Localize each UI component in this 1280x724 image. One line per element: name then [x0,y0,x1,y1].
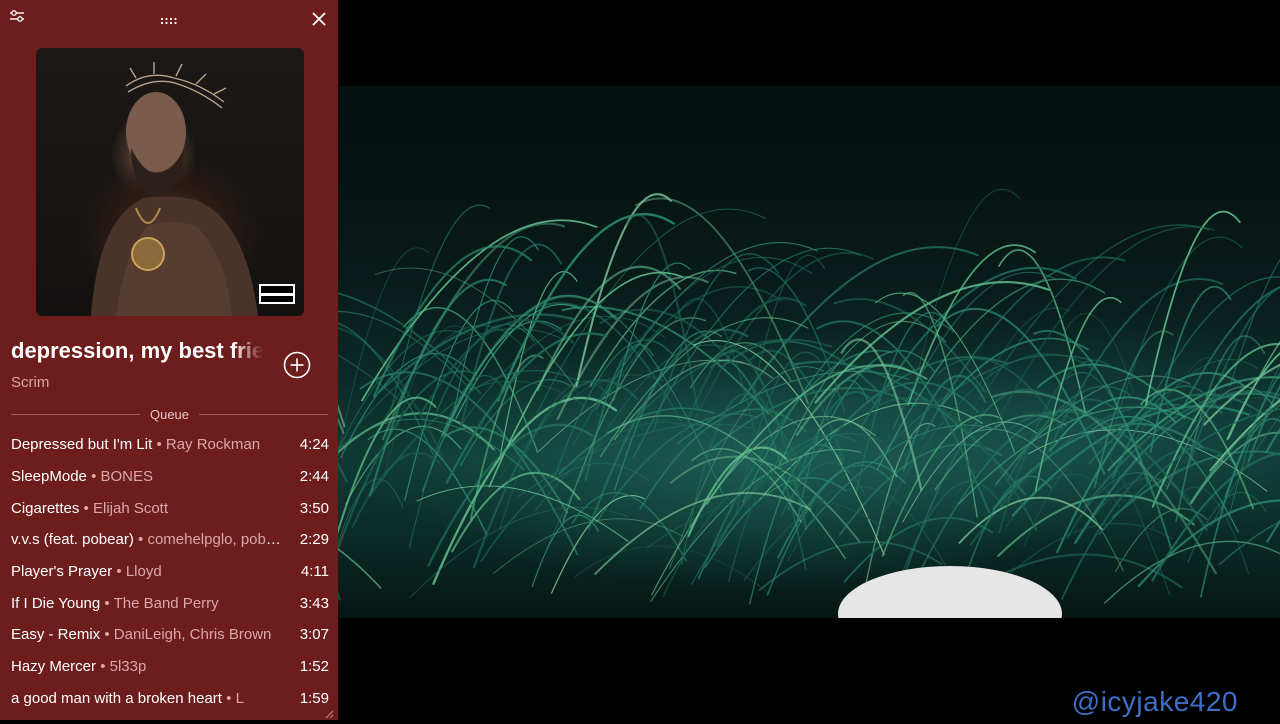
queue-item-title: SleepMode [11,468,87,486]
queue-item-artist[interactable]: comehelpglo, pobear [147,531,284,548]
queue-item-duration: 3:43 [299,594,329,612]
drag-dots-icon[interactable] [160,12,178,30]
queue-item-info: Easy - Remix • DaniLeigh, Chris Brown [11,626,284,643]
queue-item-title: Player's Prayer [11,563,113,581]
queue-item-separator: • [138,531,144,549]
panel-topbar[interactable] [0,0,338,40]
queue-item-artist[interactable]: 5l33p [110,658,147,675]
queue-item-duration: 2:44 [299,468,329,486]
sliders-icon[interactable] [9,8,25,29]
queue-item[interactable]: v.v.s (feat. pobear) • comehelpglo, pobe… [11,524,329,556]
queue-item-separator: • [91,468,97,486]
grass-blade [338,548,382,589]
queue-item-duration: 1:52 [299,658,329,676]
queue-item[interactable]: Hazy Mercer • 5l33p 1:52 [11,651,329,683]
queue-label: Queue [149,406,190,422]
grass-blade [451,471,581,553]
queue-item-separator: • [83,499,89,517]
white-object [838,566,1062,618]
queue-item-info: Player's Prayer • Lloyd [11,563,284,580]
player-panel: depression, my best friend Scrim Queue D… [0,0,338,720]
queue-item-artist[interactable]: DaniLeigh, Chris Brown [114,626,272,643]
queue-item-duration: 3:07 [299,626,329,644]
queue-item-artist[interactable]: Lloyd [126,563,162,580]
queue-item-artist[interactable]: BONES [101,468,154,485]
queue-item[interactable]: Easy - Remix • DaniLeigh, Chris Brown 3:0… [11,619,329,651]
queue-item-title: a good man with a broken heart [11,689,222,707]
grass-blade [338,247,429,458]
background-grass-image [338,86,1280,618]
song-title[interactable]: depression, my best friend [11,338,263,364]
queue-item-title: Hazy Mercer [11,658,97,676]
divider-left [11,413,140,415]
grass-blade [1103,540,1280,604]
queue-item-separator: • [226,689,232,707]
queue-item-title: If I Die Young [11,594,101,612]
queue-item-info: Hazy Mercer • 5l33p [11,658,284,675]
queue-item-separator: • [104,626,110,644]
queue-item-duration: 3:50 [299,499,329,517]
queue-item-info: Depressed but I'm Lit • Ray Rockman [11,436,284,453]
plus-circle-icon[interactable] [283,351,311,379]
queue-item[interactable]: Depressed but I'm Lit • Ray Rockman 4:24 [11,429,329,461]
album-cover[interactable] [36,48,304,316]
grass-blade [1210,415,1280,527]
grass-blade [573,545,770,594]
queue-item-info: SleepMode • BONES [11,468,284,485]
queue-item-separator: • [156,436,162,454]
grass-blade [704,476,847,568]
resize-grip-icon[interactable] [324,706,334,719]
grass-blade [1187,492,1267,563]
queue-item[interactable]: Cigarettes • Elijah Scott 3:50 [11,492,329,524]
grass-blade [1218,520,1280,566]
album-art [91,62,295,316]
grass-blade [670,455,861,543]
close-icon[interactable] [311,11,327,32]
grass-blades [338,188,1280,618]
grass-blade [351,452,440,528]
queue-item-info: If I Die Young • The Band Perry [11,595,284,612]
queue-item-title: v.v.s (feat. pobear) [11,531,134,549]
queue-item-separator: • [100,658,106,676]
queue-item-duration: 4:11 [300,563,329,581]
queue-item-info: v.v.s (feat. pobear) • comehelpglo, pobe… [11,531,284,548]
queue-item-artist[interactable]: Ray Rockman [166,436,260,453]
queue-item-separator: • [104,594,110,612]
queue-list: Depressed but I'm Lit • Ray Rockman 4:24 S… [11,429,329,714]
queue-item[interactable]: a good man with a broken heart • L 1:59 [11,683,329,715]
grass-blade [480,462,649,562]
queue-item[interactable]: If I Die Young • The Band Perry 3:43 [11,587,329,619]
queue-item-title: Easy - Remix [11,626,101,644]
queue-item-info: a good man with a broken heart • L [11,690,284,707]
queue-item-duration: 4:24 [299,436,329,454]
queue-item-duration: 2:29 [299,531,329,549]
queue-item-title: Cigarettes [11,499,80,517]
grass-blade [691,448,802,523]
queue-item[interactable]: Player's Prayer • Lloyd 4:11 [11,556,329,588]
grass-blade [868,397,1038,531]
queue-item[interactable]: SleepMode • BONES 2:44 [11,461,329,493]
queue-item-artist[interactable]: The Band Perry [114,595,219,612]
queue-item-info: Cigarettes • Elijah Scott [11,500,284,517]
queue-item-artist[interactable]: Elijah Scott [93,500,168,517]
queue-item-title: Depressed but I'm Lit [11,436,153,454]
watermark-text: @icyjake420 [1071,686,1238,717]
song-artist[interactable]: Scrim [11,374,49,391]
queue-header: Queue [11,405,329,423]
queue-item-separator: • [116,563,122,581]
queue-item-artist[interactable]: L [236,690,244,707]
grass-blade [460,379,572,466]
divider-right [199,413,329,415]
queue-item-duration: 1:59 [299,689,329,707]
